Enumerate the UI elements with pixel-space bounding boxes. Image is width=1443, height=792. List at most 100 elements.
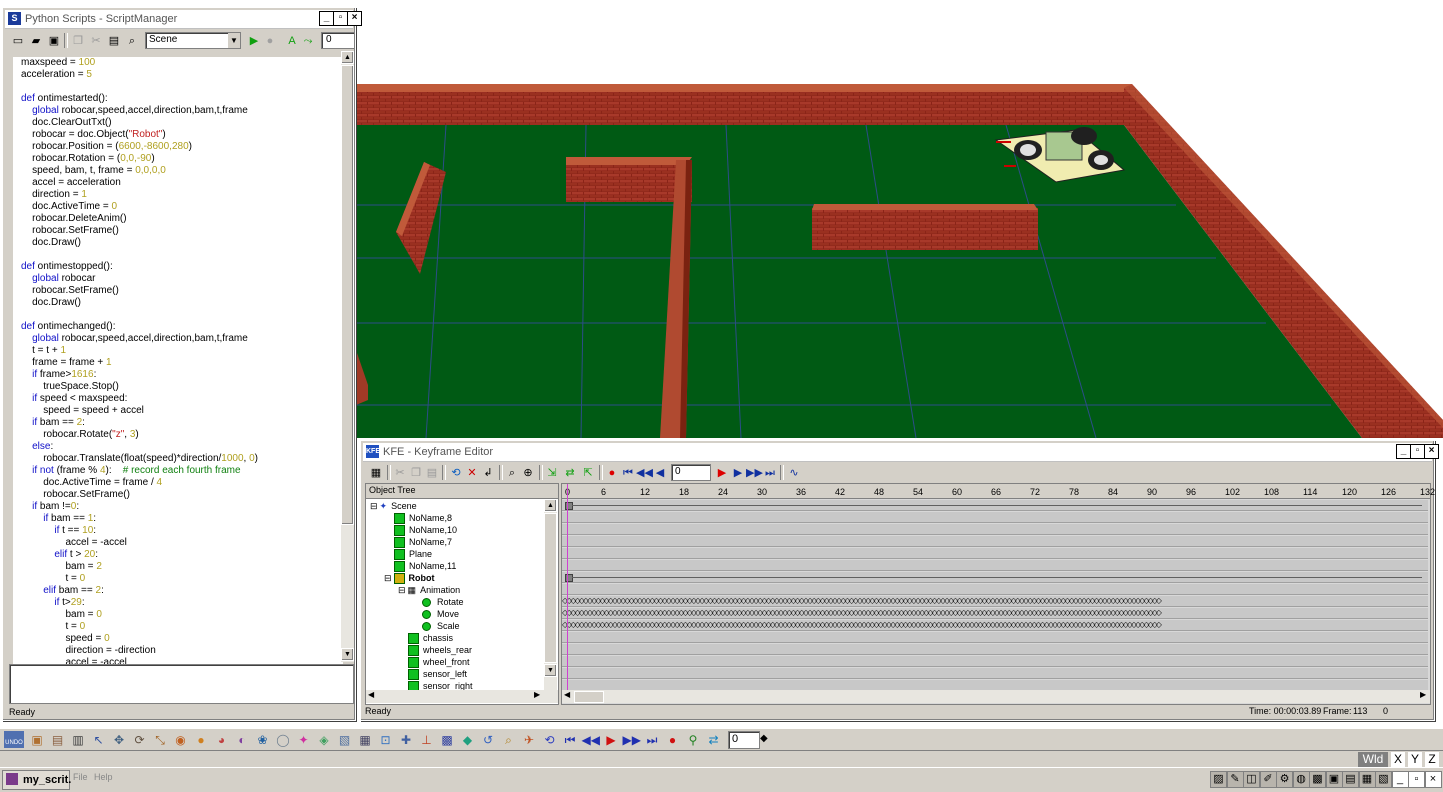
minimize-button[interactable]: _ (1391, 771, 1409, 788)
file-menu[interactable]: File (73, 772, 88, 782)
flag-icon[interactable]: ▦ (1358, 771, 1376, 788)
play-icon[interactable]: ▶ (602, 731, 620, 749)
script-manager-titlebar[interactable]: S Python Scripts - ScriptManager _ ▫ × (5, 10, 362, 29)
key-left-icon[interactable]: ⇲ (543, 464, 561, 482)
tree-item[interactable]: Move (412, 608, 459, 620)
hierarchy-icon[interactable]: ▥ (69, 731, 87, 749)
scroll-down-icon[interactable]: ▼ (544, 664, 557, 677)
collapse-icon[interactable]: ⊟ (370, 501, 378, 511)
top-view-icon[interactable]: ◆ (459, 731, 477, 749)
tree-item[interactable]: ⊟ ✦ Scene (370, 500, 417, 512)
tree-item[interactable]: wheels_rear (398, 644, 472, 657)
scroll-thumb[interactable] (574, 691, 604, 703)
code-editor[interactable]: maxspeed = 100 acceleration = 5 def ontime… (13, 57, 343, 668)
paint-icon[interactable]: ● (192, 731, 210, 749)
record-icon[interactable]: ● (664, 731, 682, 749)
undo-icon[interactable]: UNDO (4, 731, 24, 748)
z-axis-button[interactable]: Z (1425, 752, 1439, 767)
new-file-icon[interactable]: ▭ (9, 32, 27, 50)
tree-item[interactable]: NoName,8 (384, 512, 452, 525)
y-axis-button[interactable]: Y (1408, 752, 1422, 767)
next-icon[interactable]: ▶▶ (623, 731, 641, 749)
material-icon[interactable]: ◉ (172, 731, 190, 749)
orbit-icon[interactable]: ⟲ (541, 731, 559, 749)
select-icon[interactable]: ↖ (90, 731, 108, 749)
x-axis-button[interactable]: X (1391, 752, 1405, 767)
time-cursor[interactable] (567, 484, 568, 690)
scroll-thumb[interactable] (341, 65, 354, 525)
curve-editor-icon[interactable]: ∿ (785, 464, 803, 482)
palette-icon[interactable]: ▩ (1309, 771, 1326, 788)
primitives-icon[interactable]: ▣ (28, 731, 46, 749)
timeline-track[interactable] (562, 548, 1428, 559)
timeline-track[interactable] (562, 584, 1428, 595)
frame-input[interactable]: 0 (321, 32, 355, 49)
paint-tool-icon[interactable]: ✐ (1259, 771, 1277, 788)
layout-icon[interactable]: ▦ (367, 464, 385, 482)
zoom-icon[interactable]: ⌕ (500, 731, 518, 749)
scroll-down-icon[interactable]: ▼ (341, 648, 354, 661)
insert-icon[interactable]: ↲ (479, 464, 497, 482)
zoom-fit-icon[interactable]: ⊕ (519, 464, 537, 482)
timeline-panel[interactable]: 0612182430364248546066727884909610210811… (561, 483, 1435, 705)
tree-item[interactable]: Rotate (412, 596, 464, 608)
tree-item[interactable]: ⊟ ▦ Animation (398, 584, 460, 596)
timeline-ruler[interactable]: 0612182430364248546066727884909610210811… (562, 484, 1435, 499)
open-folder-icon[interactable]: ▰ (27, 32, 45, 50)
scroll-right-icon[interactable]: ▶ (1420, 690, 1426, 699)
perspective-icon[interactable]: ✚ (397, 731, 415, 749)
lasso-icon[interactable]: ◯ (274, 731, 292, 749)
spinner-icon[interactable]: ◆ (760, 731, 772, 747)
brush-icon[interactable]: ✎ (1226, 771, 1244, 788)
restore-button[interactable]: ▫ (1408, 771, 1425, 788)
minimize-button[interactable]: _ (1396, 444, 1411, 459)
first-icon[interactable]: ⏮ (561, 731, 579, 749)
render-icon[interactable]: ▧ (336, 731, 354, 749)
timeline-track[interactable] (562, 668, 1428, 679)
timeline-track[interactable] (562, 632, 1428, 643)
undo-view-icon[interactable]: ↺ (479, 731, 497, 749)
timeline-track[interactable] (562, 524, 1428, 535)
copy-icon[interactable]: ❐ (69, 32, 87, 50)
scroll-up-icon[interactable]: ▲ (341, 51, 354, 64)
last-icon[interactable]: ⏭ (643, 731, 661, 749)
axes-icon[interactable]: ⊥ (418, 731, 436, 749)
grid-icon[interactable]: ▦ (356, 731, 374, 749)
tree-item[interactable]: Plane (384, 548, 432, 561)
kfe-titlebar[interactable]: KFE KFE - Keyframe Editor _ ▫ × (363, 443, 1439, 462)
scroll-up-icon[interactable]: ▲ (544, 499, 557, 512)
scale-icon[interactable]: ⤡ (151, 731, 169, 749)
timeline-track[interactable]: ◇◇◇◇◇◇◇◇◇◇◇◇◇◇◇◇◇◇◇◇◇◇◇◇◇◇◇◇◇◇◇◇◇◇◇◇◇◇◇◇… (562, 596, 1428, 607)
timeline-tracks[interactable]: ◇◇◇◇◇◇◇◇◇◇◇◇◇◇◇◇◇◇◇◇◇◇◇◇◇◇◇◇◇◇◇◇◇◇◇◇◇◇◇◇… (562, 500, 1430, 691)
sphere-tool-icon[interactable]: ◍ (1292, 771, 1310, 788)
scroll-right-icon[interactable]: ▶ (534, 690, 540, 699)
main-frame-input[interactable]: 0 (728, 731, 760, 749)
view-icon[interactable]: ⊡ (377, 731, 395, 749)
move-icon[interactable]: ✥ (110, 731, 128, 749)
tree-item[interactable]: ⊟ Robot (384, 572, 435, 585)
collapse-icon[interactable]: ⊟ (384, 573, 392, 583)
tree-hscrollbar[interactable]: ◀ ▶ (366, 690, 558, 703)
grid2-icon[interactable]: ▩ (438, 731, 456, 749)
world-coord-button[interactable]: Wld (1358, 752, 1388, 767)
image-icon[interactable]: ▣ (1325, 771, 1343, 788)
timeline-track[interactable] (562, 572, 1428, 583)
object-tree[interactable]: ⊟ ✦ Scene NoName,8 NoName,10 NoName,7 Plane NoN… (366, 500, 544, 693)
sphere-icon[interactable]: ◕ (213, 731, 231, 749)
timeline-track[interactable] (562, 656, 1428, 667)
scene-select[interactable]: Scene ▼ (145, 32, 241, 49)
rotate-icon[interactable]: ⟳ (131, 731, 149, 749)
eraser-icon[interactable]: ◫ (1243, 771, 1260, 788)
prev-icon[interactable]: ◀◀ (582, 731, 600, 749)
save-icon[interactable]: ▣ (45, 32, 63, 50)
boolean-icon[interactable]: ◐ (233, 731, 251, 749)
close-button[interactable]: × (347, 11, 362, 26)
close-button[interactable]: × (1424, 444, 1439, 459)
paste-icon[interactable]: ▤ (105, 32, 123, 50)
key-swap-icon[interactable]: ⇄ (561, 464, 579, 482)
last-frame-icon[interactable]: ⏭ (761, 464, 779, 482)
timeline-track[interactable]: ◇◇◇◇◇◇◇◇◇◇◇◇◇◇◇◇◇◇◇◇◇◇◇◇◇◇◇◇◇◇◇◇◇◇◇◇◇◇◇◇… (562, 620, 1428, 631)
timeline-track[interactable]: ◇◇◇◇◇◇◇◇◇◇◇◇◇◇◇◇◇◇◇◇◇◇◇◇◇◇◇◇◇◇◇◇◇◇◇◇◇◇◇◇… (562, 608, 1428, 619)
tree-item[interactable]: Scale (412, 620, 460, 632)
output-panel[interactable] (9, 664, 354, 704)
